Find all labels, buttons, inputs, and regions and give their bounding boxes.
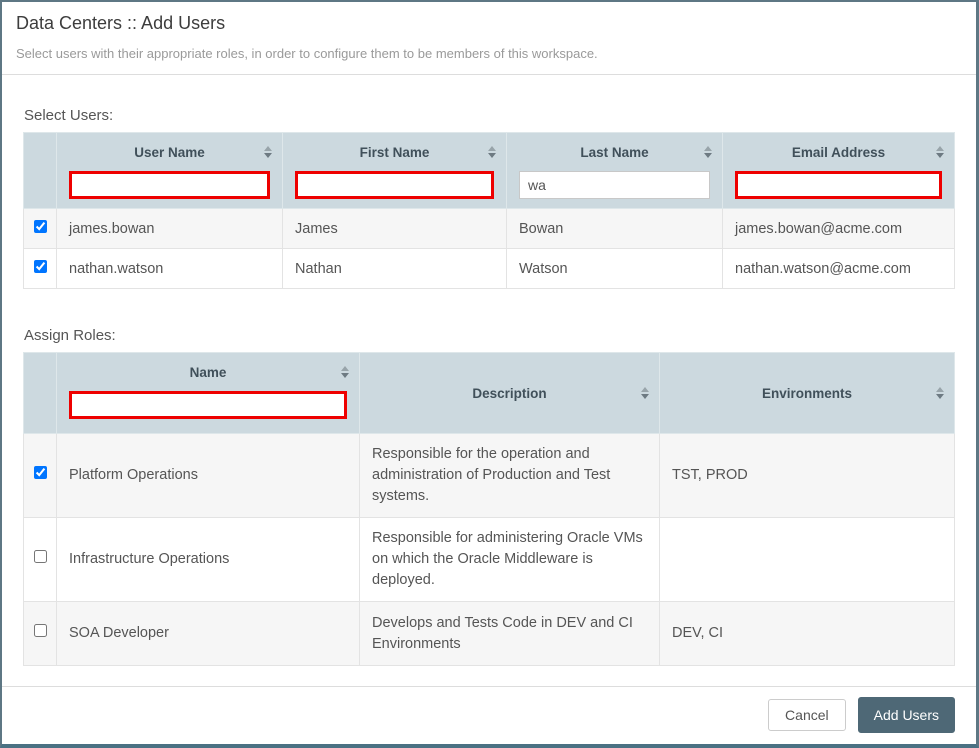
user-row: james.bowan James Bowan james.bowan@acme… xyxy=(24,209,955,249)
sort-icon[interactable] xyxy=(704,146,712,158)
dialog-subtitle: Select users with their appropriate role… xyxy=(16,46,962,74)
role-name-cell: SOA Developer xyxy=(57,602,360,666)
sort-icon[interactable] xyxy=(936,387,944,399)
user-name-filter-input[interactable] xyxy=(69,171,270,199)
dialog-title: Data Centers :: Add Users xyxy=(16,11,962,35)
select-users-heading: Select Users: xyxy=(24,107,955,124)
role-name-column-label: Name xyxy=(190,365,227,380)
user-name-filter-cell xyxy=(57,171,282,208)
user-row-checkbox-cell xyxy=(24,249,57,289)
role-row-checkbox[interactable] xyxy=(34,466,47,479)
users-table-header-row: User Name First Name xyxy=(24,133,955,209)
first-name-cell: Nathan xyxy=(283,249,507,289)
sort-icon[interactable] xyxy=(488,146,496,158)
add-users-dialog: Data Centers :: Add Users Select users w… xyxy=(0,0,979,748)
last-name-filter-input[interactable] xyxy=(519,171,710,199)
role-environments-cell: TST, PROD xyxy=(660,434,955,518)
role-row: Infrastructure Operations Responsible fo… xyxy=(24,518,955,602)
role-row-checkbox[interactable] xyxy=(34,550,47,563)
users-column-user-name[interactable]: User Name xyxy=(57,133,283,209)
last-name-column-label: Last Name xyxy=(580,145,648,160)
last-name-cell: Watson xyxy=(507,249,723,289)
user-row-checkbox-cell xyxy=(24,209,57,249)
cancel-button[interactable]: Cancel xyxy=(768,699,846,731)
first-name-filter-cell xyxy=(283,171,506,208)
role-name-filter-cell xyxy=(57,391,359,428)
user-name-column-label: User Name xyxy=(134,145,205,160)
roles-column-environments[interactable]: Environments xyxy=(660,353,955,434)
first-name-column-label-row[interactable]: First Name xyxy=(283,133,506,171)
roles-table-header-row: Name Description xyxy=(24,353,955,434)
role-name-cell: Platform Operations xyxy=(57,434,360,518)
role-environments-cell: DEV, CI xyxy=(660,602,955,666)
sort-icon[interactable] xyxy=(936,146,944,158)
email-filter-cell xyxy=(723,171,954,208)
role-name-column-label-row[interactable]: Name xyxy=(57,353,359,391)
user-row: nathan.watson Nathan Watson nathan.watso… xyxy=(24,249,955,289)
role-row-checkbox-cell xyxy=(24,434,57,518)
email-column-label: Email Address xyxy=(792,145,885,160)
dialog-body: Select Users: User Name xyxy=(2,75,976,666)
roles-table: Name Description xyxy=(23,352,955,666)
email-cell: james.bowan@acme.com xyxy=(723,209,955,249)
sort-icon[interactable] xyxy=(641,387,649,399)
dialog-header: Data Centers :: Add Users Select users w… xyxy=(2,2,976,75)
environments-column-label-row[interactable]: Environments xyxy=(660,353,954,433)
roles-column-name[interactable]: Name xyxy=(57,353,360,434)
environments-column-label: Environments xyxy=(762,386,852,401)
dialog-footer: Cancel Add Users xyxy=(2,686,976,744)
last-name-cell: Bowan xyxy=(507,209,723,249)
role-row: SOA Developer Develops and Tests Code in… xyxy=(24,602,955,666)
first-name-filter-input[interactable] xyxy=(295,171,494,199)
role-name-filter-input[interactable] xyxy=(69,391,347,419)
description-column-label: Description xyxy=(472,386,546,401)
email-column-label-row[interactable]: Email Address xyxy=(723,133,954,171)
user-row-checkbox[interactable] xyxy=(34,260,47,273)
role-row-checkbox-cell xyxy=(24,602,57,666)
email-cell: nathan.watson@acme.com xyxy=(723,249,955,289)
role-row: Platform Operations Responsible for the … xyxy=(24,434,955,518)
users-select-all-header xyxy=(24,133,57,209)
user-name-cell: james.bowan xyxy=(57,209,283,249)
role-name-cell: Infrastructure Operations xyxy=(57,518,360,602)
roles-select-all-header xyxy=(24,353,57,434)
users-column-last-name[interactable]: Last Name xyxy=(507,133,723,209)
sort-icon[interactable] xyxy=(264,146,272,158)
add-users-button[interactable]: Add Users xyxy=(858,697,955,733)
sort-icon[interactable] xyxy=(341,366,349,378)
users-column-first-name[interactable]: First Name xyxy=(283,133,507,209)
role-description-cell: Responsible for the operation and admini… xyxy=(360,434,660,518)
role-row-checkbox[interactable] xyxy=(34,624,47,637)
user-name-column-label-row[interactable]: User Name xyxy=(57,133,282,171)
users-column-email[interactable]: Email Address xyxy=(723,133,955,209)
role-row-checkbox-cell xyxy=(24,518,57,602)
role-description-cell: Responsible for administering Oracle VMs… xyxy=(360,518,660,602)
users-table: User Name First Name xyxy=(23,132,955,289)
last-name-column-label-row[interactable]: Last Name xyxy=(507,133,722,171)
description-column-label-row[interactable]: Description xyxy=(360,353,659,433)
assign-roles-heading: Assign Roles: xyxy=(24,327,955,344)
first-name-cell: James xyxy=(283,209,507,249)
first-name-column-label: First Name xyxy=(360,145,430,160)
role-description-cell: Develops and Tests Code in DEV and CI En… xyxy=(360,602,660,666)
user-name-cell: nathan.watson xyxy=(57,249,283,289)
email-filter-input[interactable] xyxy=(735,171,942,199)
role-environments-cell xyxy=(660,518,955,602)
roles-column-description[interactable]: Description xyxy=(360,353,660,434)
last-name-filter-cell xyxy=(507,171,722,208)
user-row-checkbox[interactable] xyxy=(34,220,47,233)
